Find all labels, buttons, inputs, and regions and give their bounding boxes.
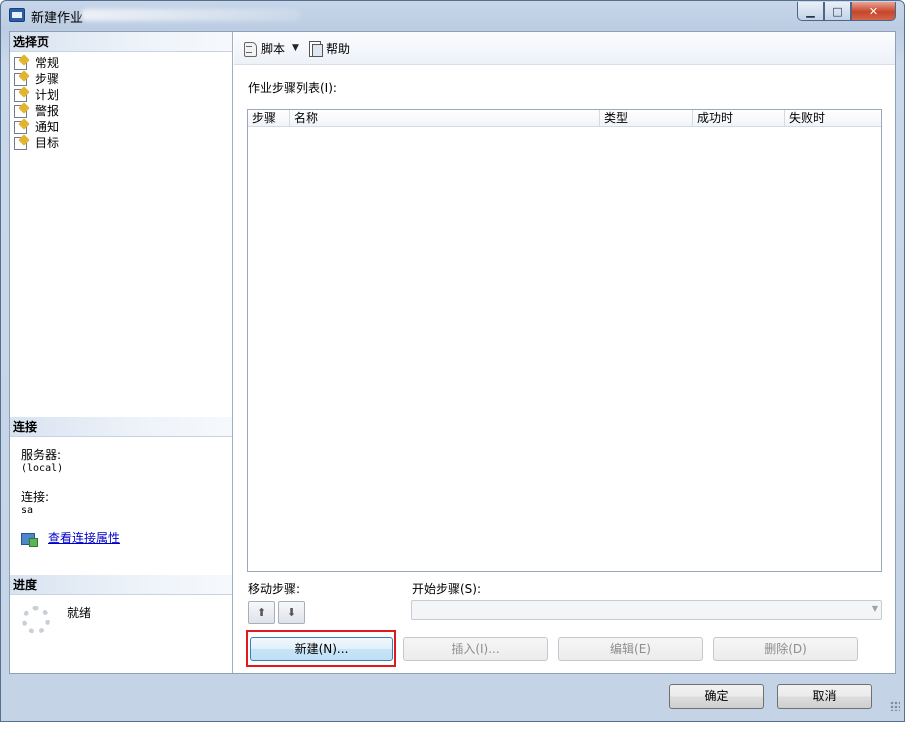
page-item-general[interactable]: 常规: [13, 54, 59, 70]
page-item-schedules[interactable]: 计划: [13, 86, 59, 102]
move-step-label: 移动步骤:: [248, 582, 301, 596]
page-item-label: 计划: [35, 87, 60, 102]
maximize-icon: □: [832, 4, 843, 18]
column-header-on-failure[interactable]: 失败时: [785, 110, 881, 127]
arrow-up-icon: ⬆: [256, 606, 267, 619]
dialog-window: 新建作业 ▁ □ ✕ 选择页 常规 步骤 计划 警报 通知 目标 连接 服务器:…: [0, 0, 905, 722]
resize-grip-icon[interactable]: [890, 701, 900, 711]
column-header-type[interactable]: 类型: [600, 110, 693, 127]
page-item-alerts[interactable]: 警报: [13, 102, 59, 118]
close-icon: ✕: [868, 4, 879, 18]
minimize-button[interactable]: ▁: [797, 2, 824, 21]
move-step-down-button[interactable]: ⬇: [278, 601, 305, 624]
arrow-down-icon: ⬇: [286, 606, 297, 619]
insert-step-button[interactable]: 插入(I)...: [403, 637, 548, 661]
start-step-select[interactable]: ▼: [411, 600, 882, 620]
app-icon: [9, 8, 25, 22]
help-button[interactable]: 帮助: [305, 37, 353, 59]
minimize-icon: ▁: [806, 4, 815, 18]
highlight-box: [246, 630, 396, 667]
connection-properties-icon: [21, 531, 38, 547]
connection-info: 连接: sa: [21, 488, 49, 516]
chevron-down-icon: ▼: [871, 604, 878, 613]
toolbar: 脚本 ▼ 帮助: [234, 32, 895, 65]
edit-step-button[interactable]: 编辑(E): [558, 637, 703, 661]
page-icon: [13, 56, 29, 70]
script-button[interactable]: 脚本: [240, 37, 288, 59]
steps-grid[interactable]: 步骤 名称 类型 成功时 失败时: [247, 109, 882, 572]
page-list: 常规 步骤 计划 警报 通知 目标: [13, 54, 59, 150]
page-item-notifications[interactable]: 通知: [13, 118, 59, 134]
window-controls: ▁ □ ✕: [797, 2, 896, 22]
script-dropdown-icon[interactable]: ▼: [292, 43, 299, 53]
script-icon: [243, 41, 257, 57]
page-icon: [13, 104, 29, 118]
progress-status: 就绪: [67, 606, 92, 620]
connection-value: sa: [21, 505, 34, 516]
page-item-label: 警报: [35, 103, 60, 118]
column-header-step[interactable]: 步骤: [248, 110, 290, 127]
page-icon: [13, 136, 29, 150]
page-item-label: 目标: [35, 135, 60, 150]
window-title: 新建作业: [31, 11, 84, 26]
script-label: 脚本: [261, 41, 286, 56]
left-pane: 选择页 常规 步骤 计划 警报 通知 目标 连接 服务器: (local) 连接…: [10, 32, 233, 673]
select-page-header: 选择页: [10, 32, 232, 52]
page-icon: [13, 88, 29, 102]
help-icon: [308, 40, 323, 57]
title-blur: [81, 9, 301, 21]
delete-step-button[interactable]: 删除(D): [713, 637, 858, 661]
dialog-client: 选择页 常规 步骤 计划 警报 通知 目标 连接 服务器: (local) 连接…: [9, 31, 896, 674]
cancel-button[interactable]: 取消: [777, 684, 872, 709]
ok-button[interactable]: 确定: [669, 684, 764, 709]
connection-header: 连接: [10, 417, 232, 437]
server-info: 服务器: (local): [21, 446, 63, 474]
server-value: (local): [21, 463, 64, 474]
page-item-label: 步骤: [35, 71, 60, 86]
connection-label: 连接:: [21, 490, 50, 504]
page-icon: [13, 72, 29, 86]
page-icon: [13, 120, 29, 134]
page-item-steps[interactable]: 步骤: [13, 70, 59, 86]
steps-list-label: 作业步骤列表(I):: [248, 81, 337, 95]
column-header-on-success[interactable]: 成功时: [693, 110, 785, 127]
maximize-button[interactable]: □: [824, 2, 851, 21]
start-step-label: 开始步骤(S):: [412, 582, 482, 596]
title-bar[interactable]: 新建作业 ▁ □ ✕: [1, 1, 904, 29]
move-step-up-button[interactable]: ⬆: [248, 601, 275, 624]
column-header-name[interactable]: 名称: [290, 110, 600, 127]
server-label: 服务器:: [21, 448, 62, 462]
page-item-label: 通知: [35, 119, 60, 134]
help-label: 帮助: [325, 41, 350, 56]
close-button[interactable]: ✕: [851, 2, 896, 21]
progress-spinner-icon: [22, 606, 50, 634]
view-connection-properties-label: 查看连接属性: [48, 531, 121, 545]
progress-header: 进度: [10, 575, 232, 595]
page-item-targets[interactable]: 目标: [13, 134, 59, 150]
page-item-label: 常规: [35, 55, 60, 70]
view-connection-properties-link[interactable]: 查看连接属性: [21, 529, 121, 547]
grid-header: 步骤 名称 类型 成功时 失败时: [248, 110, 881, 127]
